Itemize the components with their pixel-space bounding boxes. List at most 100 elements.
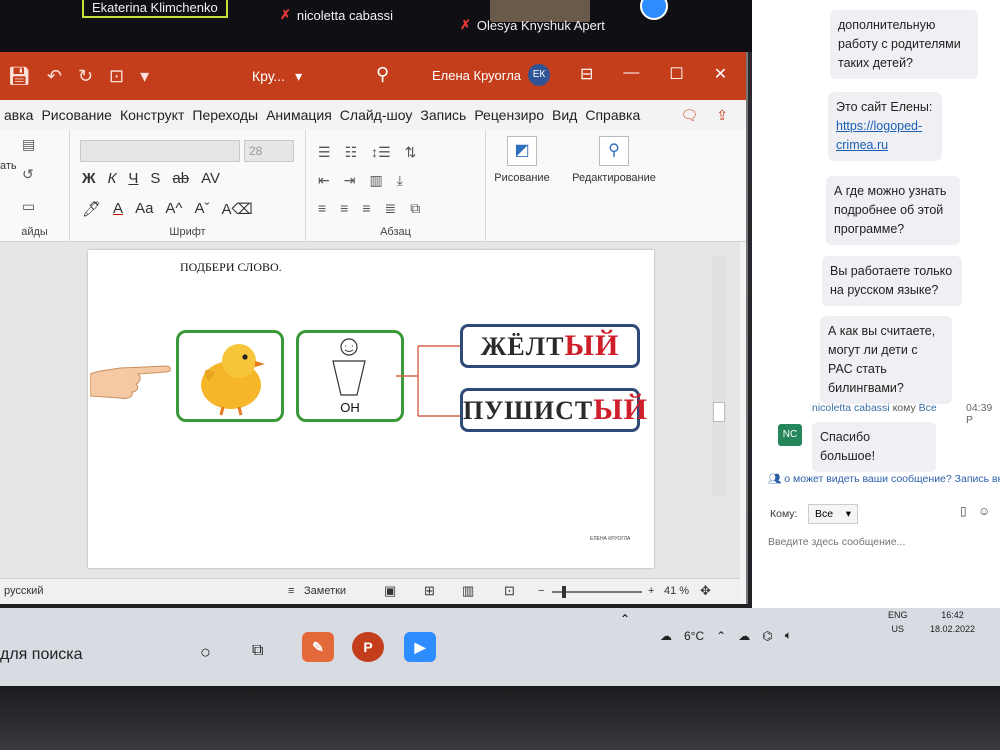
sort-icon[interactable]: ⇅ — [405, 144, 417, 161]
slide-button-label[interactable]: ать — [0, 160, 17, 172]
fit-slide-icon[interactable]: ✥ — [700, 583, 711, 599]
tab-draw[interactable]: Рисование — [37, 107, 116, 123]
message-link[interactable]: https://logoped-crimea.ru — [836, 117, 934, 155]
chat-visibility-note[interactable]: 👥︎ о может видеть ваши сообщение? Запись… — [768, 472, 1000, 485]
participant-tile[interactable]: Ekaterina Klimchenko — [82, 0, 228, 18]
clear-format-icon[interactable]: A⌫ — [221, 200, 252, 218]
text-direction-icon[interactable]: ⤓ — [397, 172, 403, 189]
strikethrough-button[interactable]: ab — [172, 170, 189, 187]
participant-tile[interactable]: ✗ Olesya Knyshuk Apert — [460, 10, 605, 40]
taskbar-search[interactable]: для поиска — [0, 646, 83, 664]
grow-font-icon[interactable]: A^ — [165, 200, 182, 218]
italic-button[interactable]: К — [108, 170, 117, 187]
tab-review[interactable]: Рецензиро — [470, 107, 548, 123]
word-card[interactable]: ЖЁЛТЫЙ — [460, 324, 640, 368]
cortana-icon[interactable]: ○ — [200, 642, 211, 663]
tab-view[interactable]: Вид — [548, 107, 581, 123]
chevron-up-icon[interactable]: ⌃ — [620, 612, 630, 626]
avatar[interactable]: ЕК — [528, 64, 550, 86]
weather-icon[interactable]: ☁ — [660, 629, 672, 643]
numbering-icon[interactable]: ☷ — [345, 144, 358, 161]
justify-icon[interactable]: ≣ — [385, 200, 397, 217]
volume-icon[interactable]: 🔈︎ — [785, 628, 792, 643]
close-icon[interactable]: ✕ — [714, 64, 727, 84]
share-icon[interactable]: ⇪ — [716, 107, 728, 124]
file-icon[interactable]: ▯ — [960, 504, 967, 518]
scroll-thumb[interactable] — [713, 402, 725, 422]
zoom-status-icon[interactable] — [640, 0, 668, 20]
recipient-select[interactable]: Все ▾ — [808, 504, 858, 524]
minimize-icon[interactable]: — — [623, 64, 639, 84]
ribbon-display-icon[interactable]: ⊟ — [580, 64, 593, 84]
zoom-slider-handle[interactable] — [562, 586, 566, 598]
reset-icon[interactable]: ↺ — [22, 166, 34, 183]
chat-input[interactable] — [768, 532, 996, 552]
drawing-button[interactable]: ◩ Рисование — [482, 136, 562, 184]
tab-record[interactable]: Запись — [416, 107, 470, 123]
powerpoint-taskbar-icon[interactable]: P — [352, 632, 384, 662]
task-view-icon[interactable]: ⧉ — [252, 642, 263, 660]
notes-button[interactable]: Заметки — [304, 585, 346, 597]
comments-icon[interactable]: 🗨︎ — [680, 107, 698, 124]
font-color-icon[interactable]: A — [113, 200, 123, 218]
tab-transitions[interactable]: Переходы — [188, 107, 262, 123]
normal-view-icon[interactable]: ▣ — [384, 583, 396, 599]
increase-indent-icon[interactable]: ⇥ — [344, 172, 356, 189]
zoom-in-button[interactable]: + — [648, 585, 654, 597]
reading-view-icon[interactable]: ▥ — [462, 583, 474, 599]
font-name-select[interactable] — [80, 140, 240, 162]
tab-slideshow[interactable]: Слайд-шоу — [336, 107, 417, 123]
search-icon[interactable]: ⚲ — [376, 64, 389, 85]
save-icon[interactable]: 💾︎ — [8, 66, 31, 87]
editing-button[interactable]: ⚲ Редактирование — [566, 136, 662, 184]
clock[interactable]: 16:42 18.02.2022 — [930, 608, 975, 636]
zoom-taskbar-icon[interactable]: ▶ — [404, 632, 436, 662]
line-spacing-icon[interactable]: ↕☰ — [371, 144, 391, 161]
undo-icon[interactable]: ↶ — [47, 66, 62, 87]
input-language[interactable]: ENG US — [888, 608, 908, 636]
app-icon[interactable]: ✎ — [302, 632, 334, 662]
align-center-icon[interactable]: ≡ — [340, 200, 348, 217]
word-card[interactable]: ПУШИСТЫЙ — [460, 388, 647, 432]
shrink-font-icon[interactable]: Aˇ — [194, 200, 209, 218]
emoji-icon[interactable]: ☺ — [978, 504, 990, 518]
zoom-out-button[interactable]: − — [538, 585, 544, 597]
tab-insert[interactable]: авка — [0, 107, 37, 123]
onedrive-icon[interactable]: ☁ — [738, 629, 750, 643]
section-icon[interactable]: ▭ — [22, 198, 35, 215]
redo-icon[interactable]: ↻ — [78, 66, 93, 87]
align-left-icon[interactable]: ≡ — [318, 200, 326, 217]
zoom-level[interactable]: 41 % — [664, 585, 689, 597]
vertical-scrollbar[interactable] — [712, 256, 726, 496]
network-icon[interactable]: ⌬ — [762, 629, 772, 643]
underline-button[interactable]: Ч — [128, 170, 138, 187]
columns-icon[interactable]: ▥ — [369, 172, 382, 189]
notes-icon[interactable]: ≡ — [288, 585, 294, 597]
smartart-icon[interactable]: ⧉ — [410, 200, 420, 217]
customize-icon[interactable]: ▾ — [140, 66, 149, 87]
tab-design[interactable]: Конструкт — [116, 107, 188, 123]
tab-animations[interactable]: Анимация — [262, 107, 336, 123]
change-case-icon[interactable]: Aa — [135, 200, 153, 218]
bullets-icon[interactable]: ☰ — [318, 144, 331, 161]
temperature[interactable]: 6°C — [684, 629, 704, 643]
document-title[interactable]: Кру... ▾ — [252, 68, 302, 85]
maximize-icon[interactable]: ☐ — [669, 64, 683, 84]
tab-help[interactable]: Справка — [581, 107, 644, 123]
zoom-slider[interactable] — [552, 586, 642, 598]
spacing-button[interactable]: AV — [201, 170, 220, 187]
font-size-select[interactable]: 28 — [244, 140, 294, 162]
present-icon[interactable]: ⊡ — [109, 66, 124, 87]
tray-expand-icon[interactable]: ⌃ — [716, 629, 726, 643]
shadow-button[interactable]: S — [150, 170, 160, 187]
highlight-icon[interactable]: 🖊︎ — [82, 200, 101, 218]
decrease-indent-icon[interactable]: ⇤ — [318, 172, 330, 189]
bold-button[interactable]: Ж — [82, 170, 96, 187]
participant-tile[interactable]: ✗ nicoletta cabassi — [280, 0, 393, 30]
layout-icon[interactable]: ▤ — [22, 136, 35, 153]
slideshow-icon[interactable]: ⊡ — [504, 583, 515, 599]
slide-sorter-icon[interactable]: ⊞ — [424, 583, 435, 599]
language-status[interactable]: русский — [4, 585, 43, 597]
slide-canvas[interactable]: ПОДБЕРИ СЛОВО. ОН ЖЁЛТЫЙ ПУШИСТЫЙ ЕЛЕНА … — [88, 250, 654, 568]
align-right-icon[interactable]: ≡ — [362, 200, 370, 217]
